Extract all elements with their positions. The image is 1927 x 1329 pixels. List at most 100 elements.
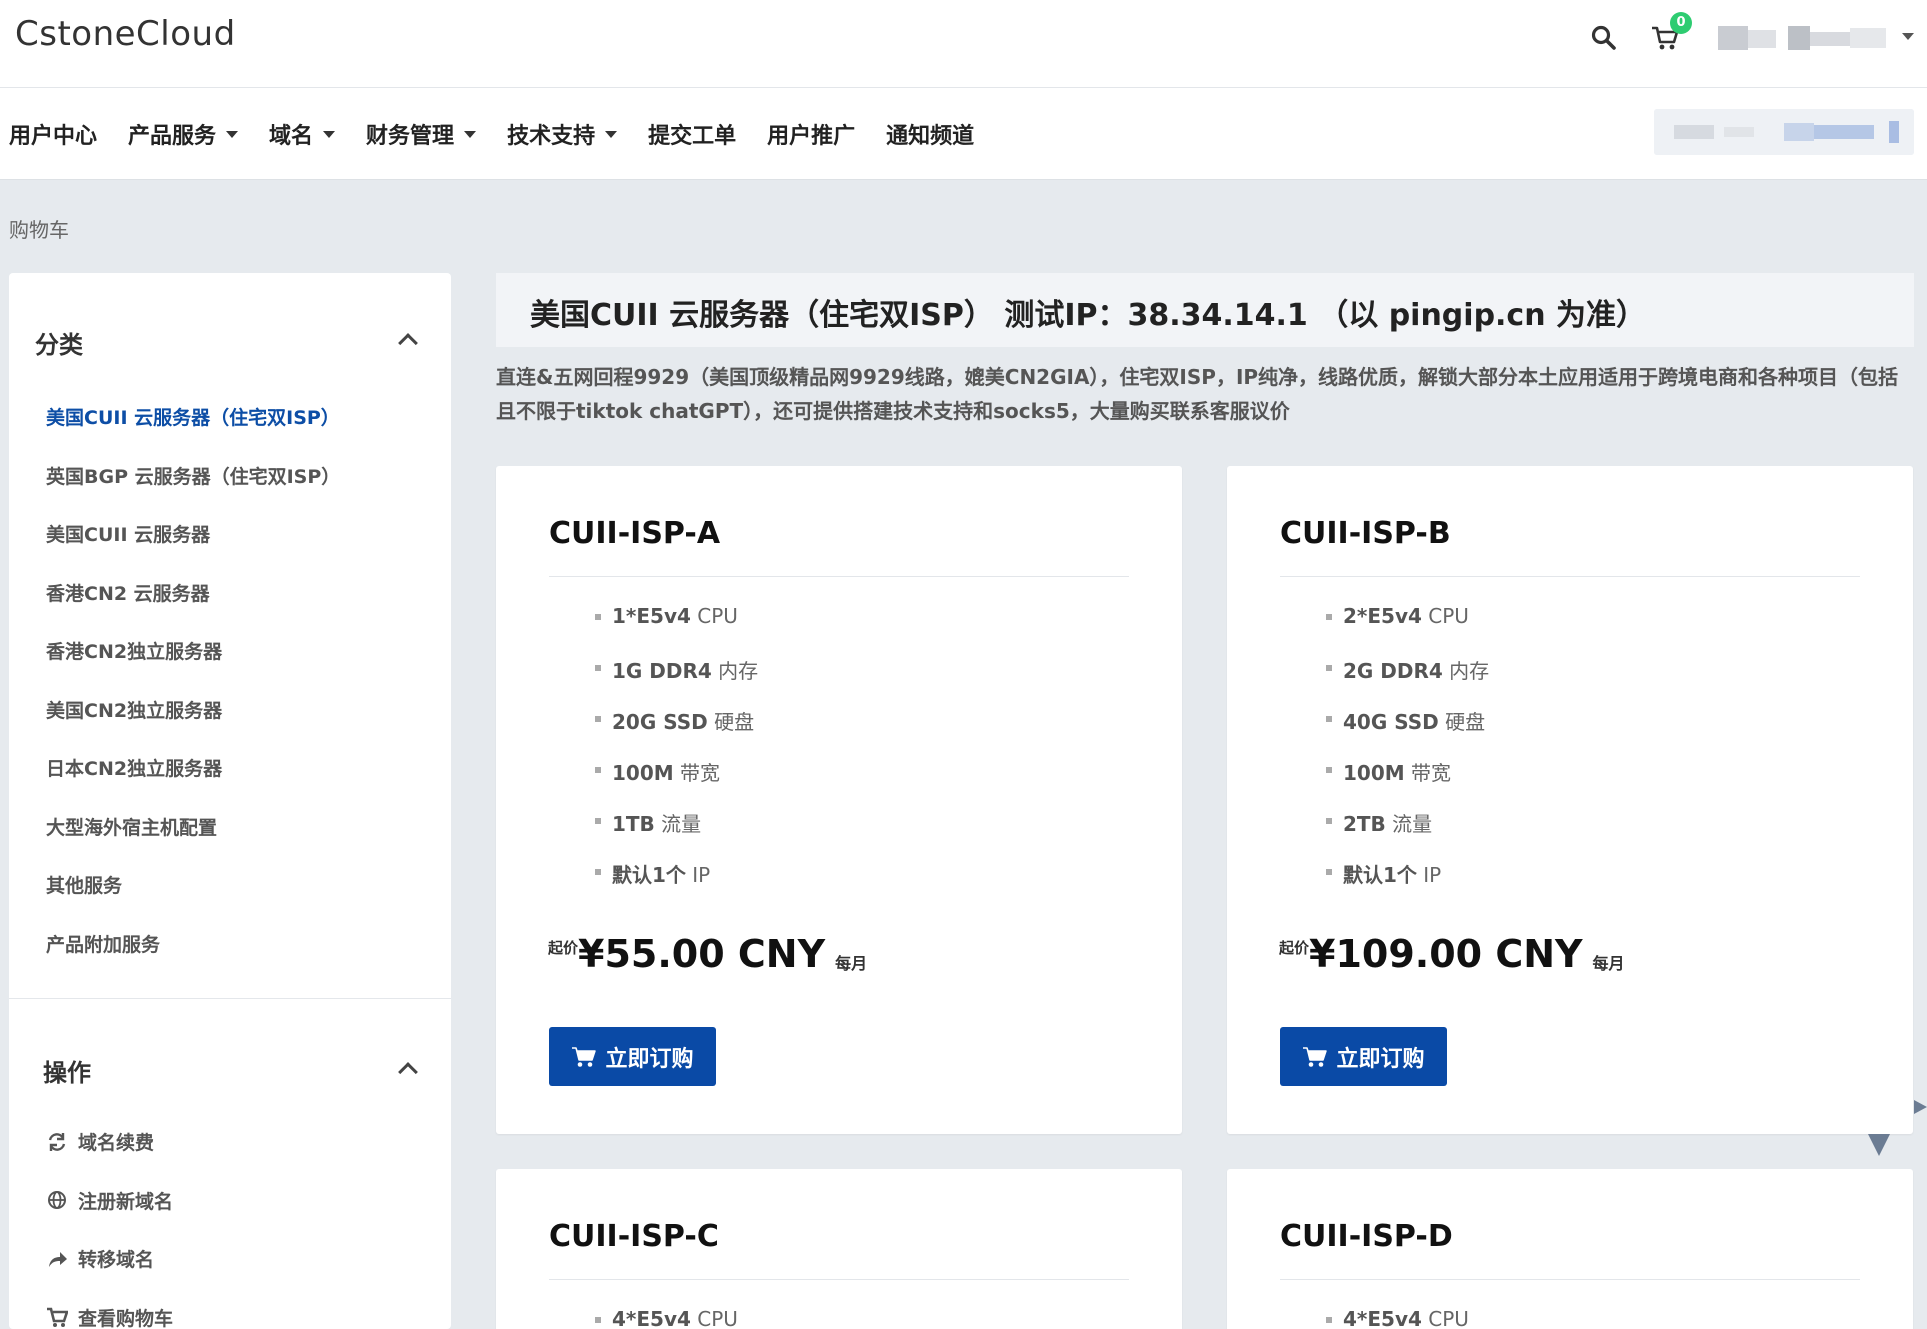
category-description: 直连&五网回程9929（美国顶级精品网9929线路，媲美CN2GIA），住宅双I… bbox=[496, 365, 1899, 423]
price-block: 起价 ¥109.00 CNY 每月 bbox=[1279, 932, 1625, 976]
sidebar-action-label: 查看购物车 bbox=[78, 1307, 174, 1329]
sidebar-action-label: 转移域名 bbox=[78, 1249, 155, 1271]
breadcrumb: 购物车 bbox=[9, 218, 69, 242]
order-now-button[interactable]: 立即订购 bbox=[549, 1027, 716, 1086]
refresh-icon bbox=[48, 1132, 66, 1151]
feature-value: 4*E5v4 bbox=[1343, 1307, 1422, 1329]
price-amount: ¥55.00 CNY bbox=[578, 932, 826, 976]
feature-unit: CPU bbox=[1421, 604, 1469, 628]
nav-item-1[interactable]: 用户中心 bbox=[9, 118, 97, 150]
feature-unit: 流量 bbox=[654, 812, 702, 836]
nav-item-4[interactable]: 财务管理 bbox=[366, 118, 477, 150]
account-info-blurred[interactable] bbox=[1654, 109, 1914, 155]
scroll-down-icon[interactable] bbox=[1868, 1134, 1890, 1156]
sidebar-action-link[interactable]: 注册新域名 bbox=[46, 1187, 173, 1214]
nav-item-label: 通知频道 bbox=[886, 124, 975, 149]
feature-unit: 带宽 bbox=[673, 761, 721, 785]
feature-unit: 内存 bbox=[1442, 659, 1490, 683]
nav-item-label: 提交工单 bbox=[648, 124, 737, 149]
chevron-down-icon[interactable] bbox=[1902, 33, 1914, 40]
nav-item-label: 技术支持 bbox=[507, 124, 596, 149]
chevron-up-icon[interactable] bbox=[398, 333, 418, 353]
chevron-down-icon bbox=[226, 130, 239, 138]
product-card: CUII-ISP-D 4*E5v4 CPU bbox=[1227, 1169, 1913, 1329]
feature-value: 100M bbox=[612, 761, 674, 785]
feature-unit: CPU bbox=[690, 1307, 738, 1329]
sidebar-action-link[interactable]: 转移域名 bbox=[46, 1245, 154, 1272]
nav-item-label: 用户推广 bbox=[767, 124, 856, 149]
feature-value: 100M bbox=[1343, 761, 1405, 785]
feature-unit: 流量 bbox=[1385, 812, 1433, 836]
categories-heading: 分类 bbox=[35, 331, 83, 359]
chevron-down-icon bbox=[464, 130, 477, 138]
nav-item-6[interactable]: 提交工单 bbox=[648, 118, 736, 150]
divider bbox=[9, 998, 451, 999]
feature-value: 20G SSD bbox=[612, 710, 708, 734]
sidebar-category-link[interactable]: 美国CUII 云服务器 bbox=[46, 520, 210, 547]
nav-item-label: 产品服务 bbox=[128, 124, 217, 149]
feature-value: 2G DDR4 bbox=[1343, 659, 1443, 683]
feature-value: 40G SSD bbox=[1343, 710, 1439, 734]
product-feature: 40G SSD 硬盘 bbox=[1325, 706, 1486, 735]
nav-item-7[interactable]: 用户推广 bbox=[767, 118, 855, 150]
price-period: 每月 bbox=[1592, 954, 1625, 973]
feature-value: 4*E5v4 bbox=[612, 1307, 691, 1329]
product-feature: 100M 带宽 bbox=[1325, 757, 1451, 786]
product-feature: 4*E5v4 CPU bbox=[595, 1307, 738, 1329]
feature-unit: CPU bbox=[1421, 1307, 1469, 1329]
divider bbox=[549, 1279, 1129, 1280]
nav-item-3[interactable]: 域名 bbox=[269, 118, 336, 150]
cart-icon bbox=[1303, 1046, 1328, 1067]
feature-value: 1TB bbox=[612, 812, 655, 836]
feature-value: 1G DDR4 bbox=[612, 659, 712, 683]
sidebar-action-link[interactable]: 域名续费 bbox=[46, 1128, 154, 1155]
product-name: CUII-ISP-D bbox=[1280, 1219, 1453, 1254]
divider bbox=[1280, 1279, 1860, 1280]
product-feature: 1G DDR4 内存 bbox=[594, 655, 758, 684]
globe-icon bbox=[48, 1191, 66, 1209]
order-now-button[interactable]: 立即订购 bbox=[1280, 1027, 1447, 1086]
sidebar-category-link[interactable]: 其他服务 bbox=[46, 871, 122, 898]
feature-value: 2TB bbox=[1343, 812, 1386, 836]
sidebar-category-link[interactable]: 日本CN2独立服务器 bbox=[46, 754, 222, 781]
price-prefix: 起价 bbox=[548, 939, 579, 957]
feature-unit: 硬盘 bbox=[1438, 710, 1486, 734]
sidebar-category-link[interactable]: 大型海外宿主机配置 bbox=[46, 813, 217, 840]
brand-logo[interactable]: CstoneCloud bbox=[15, 14, 236, 54]
sidebar-action-label: 注册新域名 bbox=[78, 1190, 174, 1213]
chevron-up-icon[interactable] bbox=[398, 1062, 418, 1082]
nav-item-2[interactable]: 产品服务 bbox=[128, 118, 239, 150]
sidebar-category-link[interactable]: 美国CUII 云服务器（住宅双ISP） bbox=[46, 403, 340, 430]
sidebar-action-link[interactable]: 查看购物车 bbox=[46, 1304, 173, 1329]
price-period: 每月 bbox=[835, 954, 868, 973]
category-header: 美国CUII 云服务器（住宅双ISP） 测试IP：38.34.14.1 （以 p… bbox=[496, 273, 1914, 347]
main-nav-bar: 用户中心 产品服务 域名 财务管理 技术支持 提交工单 用户推广 通知频道 bbox=[0, 88, 1927, 180]
product-card: CUII-ISP-C 4*E5v4 CPU bbox=[496, 1169, 1182, 1329]
feature-unit: IP bbox=[1416, 863, 1442, 887]
nav-item-5[interactable]: 技术支持 bbox=[507, 118, 618, 150]
user-account-menu[interactable] bbox=[1718, 24, 1888, 52]
sidebar-category-link[interactable]: 英国BGP 云服务器（住宅双ISP） bbox=[46, 462, 340, 489]
product-feature: 2*E5v4 CPU bbox=[1326, 604, 1469, 628]
feature-value: 默认1个 bbox=[1343, 863, 1417, 887]
feature-unit: CPU bbox=[690, 604, 738, 628]
price-block: 起价 ¥55.00 CNY 每月 bbox=[548, 932, 867, 976]
product-card: CUII-ISP-B 2*E5v4 CPU 2G DDR4 内存 40G SSD 硬盘… bbox=[1227, 466, 1913, 1134]
scroll-right-icon[interactable] bbox=[1914, 1100, 1927, 1114]
nav-item-label: 财务管理 bbox=[366, 124, 455, 149]
category-title: 美国CUII 云服务器（住宅双ISP） 测试IP：38.34.14.1 （以 p… bbox=[530, 298, 1647, 333]
order-now-label: 立即订购 bbox=[1336, 1046, 1425, 1072]
sidebar-category-link[interactable]: 产品附加服务 bbox=[46, 930, 160, 957]
product-feature: 1TB 流量 bbox=[594, 808, 702, 837]
order-now-label: 立即订购 bbox=[605, 1046, 694, 1072]
sidebar-category-link[interactable]: 香港CN2 云服务器 bbox=[46, 579, 210, 606]
sidebar-category-link[interactable]: 美国CN2独立服务器 bbox=[46, 696, 222, 723]
product-feature: 20G SSD 硬盘 bbox=[594, 706, 754, 735]
feature-unit: IP bbox=[685, 863, 711, 887]
search-icon[interactable] bbox=[1590, 24, 1618, 52]
nav-item-8[interactable]: 通知频道 bbox=[886, 118, 974, 150]
product-name: CUII-ISP-A bbox=[549, 516, 721, 551]
sidebar-category-link[interactable]: 香港CN2独立服务器 bbox=[46, 637, 222, 664]
product-feature: 2TB 流量 bbox=[1325, 808, 1433, 837]
product-feature: 默认1个 IP bbox=[594, 859, 711, 888]
